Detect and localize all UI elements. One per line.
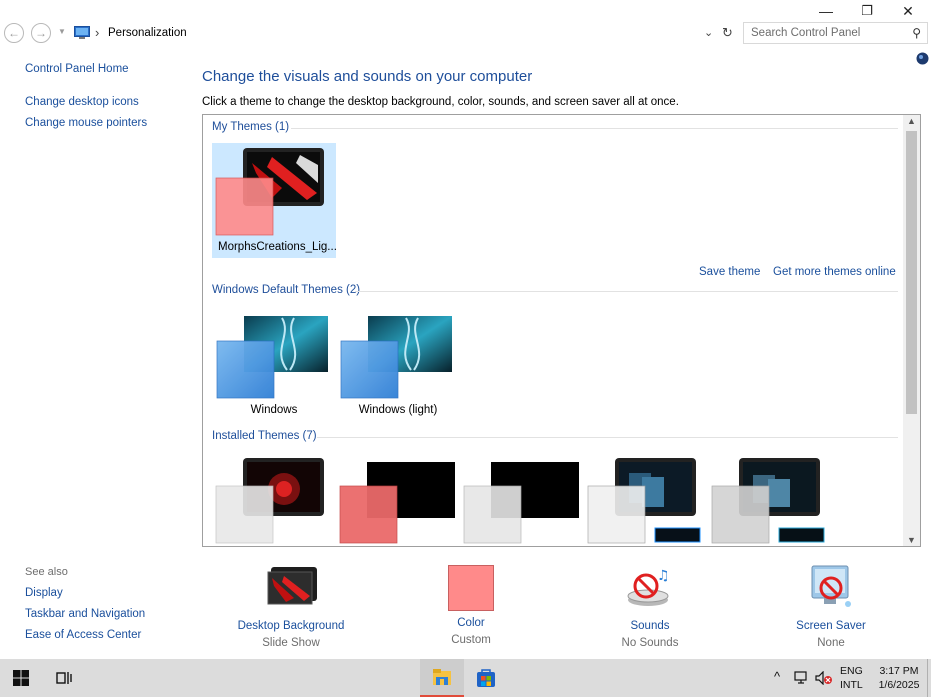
scrollbar-thumb[interactable] <box>906 131 917 414</box>
group-header-default-themes: Windows Default Themes (2) <box>212 284 361 296</box>
desktop-background-label[interactable]: Desktop Background <box>216 620 366 632</box>
tray-chevron-icon[interactable]: ^ <box>774 669 780 684</box>
scroll-down-icon[interactable]: ▼ <box>907 535 916 545</box>
folder-icon <box>433 669 451 685</box>
installed-theme-4[interactable] <box>584 453 708 546</box>
see-also-title: See also <box>25 566 68 578</box>
clock-date: 1/6/2025 <box>878 679 920 691</box>
sounds-setting[interactable]: ♫ Sounds No Sounds <box>575 564 725 649</box>
theme-preview <box>215 458 324 544</box>
sidebar-item-control-panel-home[interactable]: Control Panel Home <box>25 63 129 75</box>
sidebar-item-change-desktop-icons[interactable]: Change desktop icons <box>25 96 139 108</box>
themes-list[interactable]: My Themes (1) MorphsCreations_Lig... Sav… <box>202 114 921 547</box>
group-divider <box>355 291 898 292</box>
search-input[interactable]: Search Control Panel ⚲ <box>743 22 928 44</box>
chevron-down-icon[interactable]: ⌄ <box>704 26 713 39</box>
recent-locations-button[interactable]: ▼ <box>58 27 66 36</box>
minimize-button[interactable]: — <box>806 0 846 22</box>
theme-tile-morphscreations[interactable]: MorphsCreations_Lig... <box>212 143 337 258</box>
color-value: Custom <box>451 634 491 646</box>
back-button[interactable]: ← <box>4 23 24 43</box>
installed-theme-3[interactable] <box>460 453 584 546</box>
see-also-ease-of-access[interactable]: Ease of Access Center <box>25 629 141 641</box>
see-also-display[interactable]: Display <box>25 587 63 599</box>
theme-preview-morphscreations <box>215 148 324 236</box>
sounds-value: No Sounds <box>621 637 679 649</box>
page-title: Change the visuals and sounds on your co… <box>202 68 533 85</box>
store-button[interactable] <box>466 659 506 697</box>
theme-tile-windows[interactable]: Windows <box>212 310 336 420</box>
sounds-label[interactable]: Sounds <box>575 620 725 632</box>
breadcrumb-separator: › <box>95 25 100 40</box>
theme-label: Windows (light) <box>358 404 438 416</box>
group-header-installed-themes: Installed Themes (7) <box>212 430 317 442</box>
group-divider <box>317 437 898 438</box>
group-header-my-themes: My Themes (1) <box>212 121 290 133</box>
volume-muted-icon[interactable] <box>815 671 833 685</box>
get-more-themes-link[interactable]: Get more themes online <box>773 266 896 278</box>
screen-saver-icon <box>811 565 851 607</box>
search-icon[interactable]: ⚲ <box>912 23 921 43</box>
control-panel-icon <box>74 26 90 39</box>
forward-button[interactable]: → <box>31 23 51 43</box>
store-icon <box>477 669 495 687</box>
sounds-icon: ♫ <box>627 568 670 606</box>
clock[interactable]: 3:17 PM 1/6/2025 <box>874 664 924 692</box>
save-theme-link[interactable]: Save theme <box>699 266 760 278</box>
theme-tile-windows-light[interactable]: Windows (light) <box>336 310 460 420</box>
theme-preview-windows-light <box>340 316 452 399</box>
installed-theme-1[interactable] <box>212 453 336 546</box>
sidebar-item-change-mouse-pointers[interactable]: Change mouse pointers <box>25 117 147 129</box>
color-label[interactable]: Color <box>396 617 546 629</box>
search-placeholder: Search Control Panel <box>751 27 861 39</box>
see-also-taskbar-navigation[interactable]: Taskbar and Navigation <box>25 608 145 620</box>
language-bottom: INTL <box>840 679 863 691</box>
taskbar: ^ ENG INTL 3:17 PM 1/6/2025 <box>0 659 931 697</box>
arrow-right-icon: → <box>35 26 47 40</box>
desktop-background-setting[interactable]: Desktop Background Slide Show <box>216 564 366 649</box>
restore-button[interactable]: ❐ <box>847 0 887 22</box>
task-view-icon <box>56 672 72 684</box>
start-button[interactable] <box>8 659 34 697</box>
theme-preview <box>711 458 825 544</box>
theme-label: Windows <box>250 404 298 416</box>
theme-preview <box>463 462 579 544</box>
clock-time: 3:17 PM <box>879 665 919 677</box>
close-button[interactable]: ✕ <box>888 0 928 22</box>
installed-theme-2[interactable] <box>336 453 460 546</box>
screen-saver-setting[interactable]: Screen Saver None <box>756 564 906 649</box>
help-icon[interactable] <box>916 52 929 65</box>
svg-text:♫: ♫ <box>657 568 670 584</box>
file-explorer-button[interactable] <box>420 659 464 697</box>
page-description: Click a theme to change the desktop back… <box>202 96 679 108</box>
screen-saver-label[interactable]: Screen Saver <box>756 620 906 632</box>
network-icon[interactable] <box>794 671 810 685</box>
address-bar[interactable]: › Personalization ⌄ ↻ <box>70 22 738 44</box>
theme-preview <box>339 462 455 544</box>
breadcrumb-location[interactable]: Personalization <box>108 27 187 39</box>
vertical-scrollbar[interactable]: ▲ ▼ <box>903 115 920 546</box>
task-view-button[interactable] <box>52 659 76 697</box>
group-divider <box>291 128 898 129</box>
scroll-up-icon[interactable]: ▲ <box>907 116 916 126</box>
theme-label: MorphsCreations_Lig... <box>218 241 337 253</box>
installed-theme-5[interactable] <box>708 453 832 546</box>
desktop-background-value: Slide Show <box>262 637 320 649</box>
screen-saver-value: None <box>817 637 845 649</box>
language-top: ENG <box>840 665 863 677</box>
desktop-background-icon <box>267 567 317 605</box>
language-indicator[interactable]: ENG INTL <box>840 664 863 692</box>
color-swatch <box>448 565 494 611</box>
arrow-left-icon: ← <box>8 26 20 40</box>
color-setting[interactable]: Color Custom <box>396 564 546 646</box>
show-desktop-button[interactable] <box>927 659 931 697</box>
windows-logo-icon <box>13 670 29 686</box>
theme-preview <box>587 458 701 544</box>
refresh-icon[interactable]: ↻ <box>722 25 733 41</box>
theme-preview-windows <box>216 316 328 399</box>
